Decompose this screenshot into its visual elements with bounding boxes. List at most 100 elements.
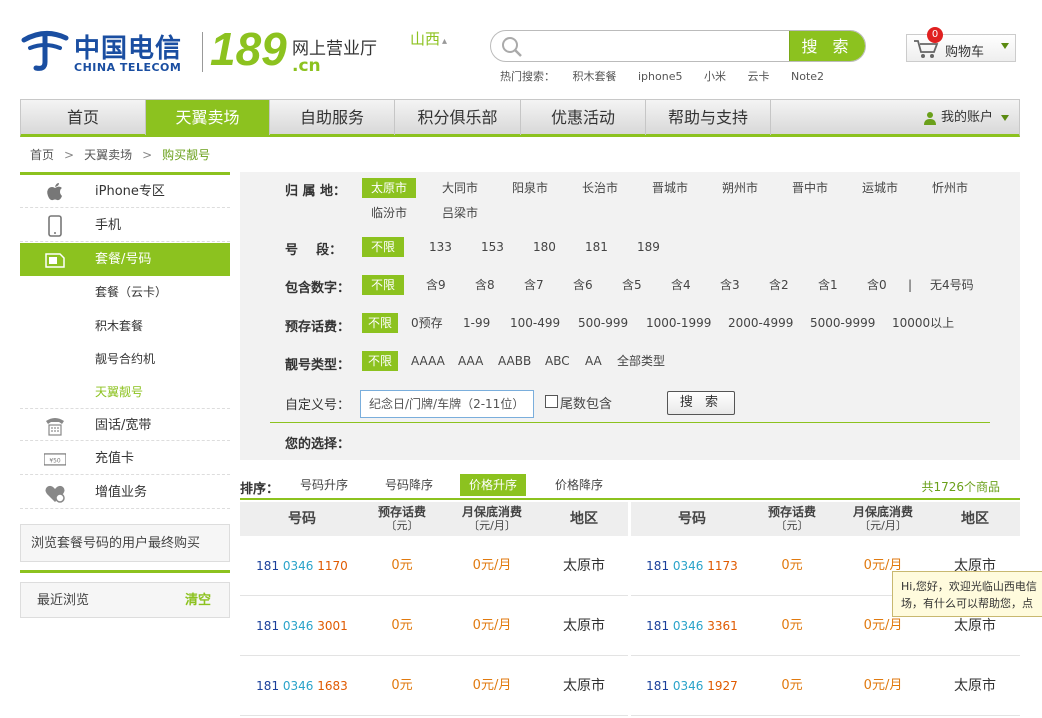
hot-search-term[interactable]: 积木套餐 (573, 70, 617, 83)
digit-option[interactable]: 含7 (524, 275, 544, 295)
table-row[interactable]: 181 0346 3001 0元 0元/月 太原市 (240, 596, 628, 656)
prepaid-option[interactable]: 10000以上 (892, 313, 954, 333)
tail-contains-checkbox[interactable] (545, 395, 558, 408)
phone-number[interactable]: 181 0346 1173 (631, 536, 753, 596)
digit-option[interactable]: 含2 (769, 275, 789, 295)
phone-number[interactable]: 181 0346 1683 (240, 656, 364, 716)
sidebar-item-iphone[interactable]: iPhone专区 (20, 175, 230, 208)
sidebar-item-landline[interactable]: 固话/宽带 (20, 408, 230, 441)
prepaid-option[interactable]: 2000-4999 (728, 313, 793, 333)
nav-item-promotions[interactable]: 优惠活动 (521, 100, 646, 135)
hot-search-term[interactable]: iphone5 (638, 70, 682, 83)
location-option[interactable]: 阳泉市 (512, 178, 548, 198)
location-option[interactable]: 朔州市 (722, 178, 758, 198)
number-type-option[interactable]: AA (585, 351, 602, 371)
clear-recent-button[interactable]: 清空 (185, 583, 211, 619)
sidebar-item-value-added[interactable]: 增值业务 (20, 476, 230, 509)
nav-item-help[interactable]: 帮助与支持 (646, 100, 771, 135)
nav-item-points-club[interactable]: 积分俱乐部 (395, 100, 521, 135)
china-telecom-logo[interactable]: 中国电信 CHINA TELECOM 189 网上营业厅 .cn (20, 23, 380, 80)
sidebar-sub-premium-number[interactable]: 天翼靓号 (95, 383, 143, 400)
phone-number[interactable]: 181 0346 1170 (240, 536, 364, 596)
region-selector[interactable]: 山西 ▴ (410, 28, 447, 49)
prepaid-option[interactable]: 1-99 (463, 313, 490, 333)
cart-button[interactable]: 0 购物车 (906, 27, 1016, 62)
prepaid-option[interactable]: 0预存 (411, 313, 443, 333)
chevron-right-icon: > (142, 148, 153, 162)
sidebar-sub-cloud-card[interactable]: 套餐（云卡） (95, 283, 167, 300)
table-row[interactable]: 181 0346 1683 0元 0元/月 太原市 (240, 656, 628, 716)
digit-option[interactable]: 含9 (426, 275, 446, 295)
digit-option[interactable]: 含1 (818, 275, 838, 295)
custom-search-button[interactable]: 搜 索 (667, 391, 735, 415)
header-prepaid-title: 预存话费 (767, 505, 816, 519)
sidebar-item-phone[interactable]: 手机 (20, 209, 230, 242)
nav-item-mall[interactable]: 天翼卖场 (146, 100, 270, 135)
number-type-option[interactable]: AABB (498, 351, 531, 371)
header-monthly: 月保底消费 〔元/月〕 (440, 502, 544, 536)
location-option[interactable]: 晋城市 (652, 178, 688, 198)
digit-option[interactable]: 含5 (622, 275, 642, 295)
number-type-option[interactable]: 不限 (362, 351, 399, 371)
location-option[interactable]: 大同市 (442, 178, 478, 198)
phone-number[interactable]: 181 0346 3001 (240, 596, 364, 656)
sidebar-item-plans-numbers[interactable]: 套餐/号码 (20, 243, 230, 276)
sort-number-asc[interactable]: 号码升序 (291, 474, 357, 496)
digit-option[interactable]: 含3 (720, 275, 740, 295)
segment-option[interactable]: 133 (429, 237, 452, 257)
location-option[interactable]: 忻州市 (932, 178, 968, 198)
prepaid-option[interactable]: 5000-9999 (810, 313, 875, 333)
hot-search-term[interactable]: 小米 (704, 70, 726, 83)
header-number: 号码 (288, 511, 316, 527)
digit-option[interactable]: 含8 (475, 275, 495, 295)
sidebar-sub-contract-phone[interactable]: 靓号合约机 (95, 350, 155, 367)
search-button[interactable]: 搜 索 (789, 31, 865, 61)
sort-price-desc[interactable]: 价格降序 (546, 474, 612, 496)
sort-price-asc[interactable]: 价格升序 (460, 474, 527, 496)
location-option[interactable]: 晋中市 (792, 178, 828, 198)
phone-number[interactable]: 181 0346 1927 (631, 656, 753, 716)
phone-number[interactable]: 181 0346 3361 (631, 596, 753, 656)
search-input[interactable] (531, 35, 781, 57)
prepaid-option[interactable]: 1000-1999 (646, 313, 711, 333)
location-option[interactable]: 太原市 (362, 178, 417, 198)
number-type-option[interactable]: AAAA (411, 351, 445, 371)
segment-option[interactable]: 不限 (362, 237, 405, 257)
custom-number-input[interactable]: 纪念日/门牌/车牌（2-11位） (360, 390, 534, 418)
digit-option[interactable]: 含4 (671, 275, 691, 295)
location-option[interactable]: 吕梁市 (442, 203, 478, 223)
location-option[interactable]: 临汾市 (371, 203, 407, 223)
prepaid-option[interactable]: 100-499 (510, 313, 560, 333)
digit-option[interactable]: 含6 (573, 275, 593, 295)
my-account-menu[interactable]: 我的账户 (923, 100, 1009, 135)
prepaid-option[interactable]: 不限 (362, 313, 399, 333)
segment-option[interactable]: 153 (481, 237, 504, 257)
online-service-tooltip[interactable]: Hi,您好，欢迎光临山西电信 场，有什么可以帮助您，点 (892, 571, 1042, 617)
hot-search-term[interactable]: Note2 (791, 70, 824, 83)
segment-option[interactable]: 181 (585, 237, 608, 257)
number-prefix: 181 (646, 559, 670, 573)
nav-item-home[interactable]: 首页 (21, 100, 146, 135)
prepaid-value: 0元 (391, 678, 413, 693)
location-option[interactable]: 长治市 (582, 178, 618, 198)
number-type-option[interactable]: AAA (458, 351, 483, 371)
number-type-option[interactable]: ABC (545, 351, 570, 371)
segment-option[interactable]: 180 (533, 237, 556, 257)
sort-number-desc[interactable]: 号码降序 (376, 474, 442, 496)
location-option[interactable]: 运城市 (862, 178, 898, 198)
number-type-option[interactable]: 全部类型 (617, 351, 665, 371)
header-region: 地区 (961, 511, 989, 527)
table-row[interactable]: 181 0346 1170 0元 0元/月 太原市 (240, 536, 628, 596)
table-row[interactable]: 181 0346 1927 0元 0元/月 太原市 (631, 656, 1020, 716)
sidebar-item-recharge[interactable]: ¥50 充值卡 (20, 442, 230, 475)
digit-option-no-four[interactable]: 无4号码 (930, 275, 974, 295)
prepaid-option[interactable]: 500-999 (578, 313, 628, 333)
breadcrumb-mall[interactable]: 天翼卖场 (84, 148, 132, 162)
digit-option[interactable]: 不限 (362, 275, 405, 295)
sidebar-sub-building-block-plan[interactable]: 积木套餐 (95, 317, 143, 334)
breadcrumb-home[interactable]: 首页 (30, 148, 54, 162)
segment-option[interactable]: 189 (637, 237, 660, 257)
digit-option[interactable]: 含0 (867, 275, 887, 295)
nav-item-self-service[interactable]: 自助服务 (270, 100, 395, 135)
hot-search-term[interactable]: 云卡 (747, 70, 769, 83)
